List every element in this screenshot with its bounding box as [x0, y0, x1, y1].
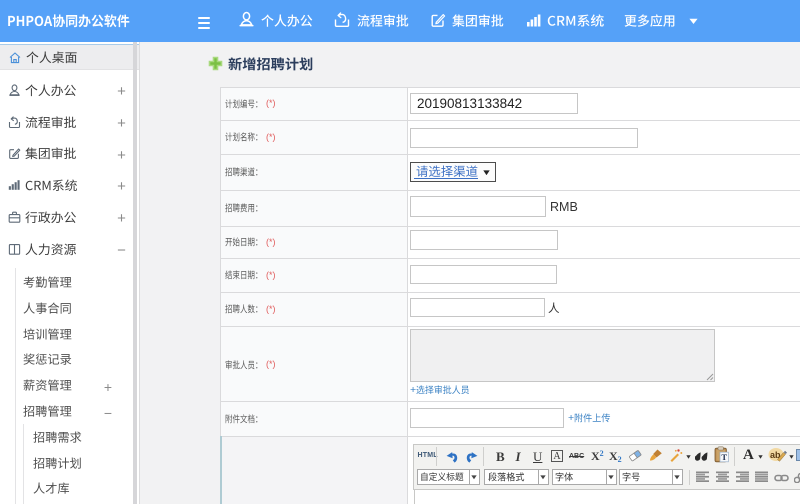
svg-text:T: T [721, 452, 727, 462]
